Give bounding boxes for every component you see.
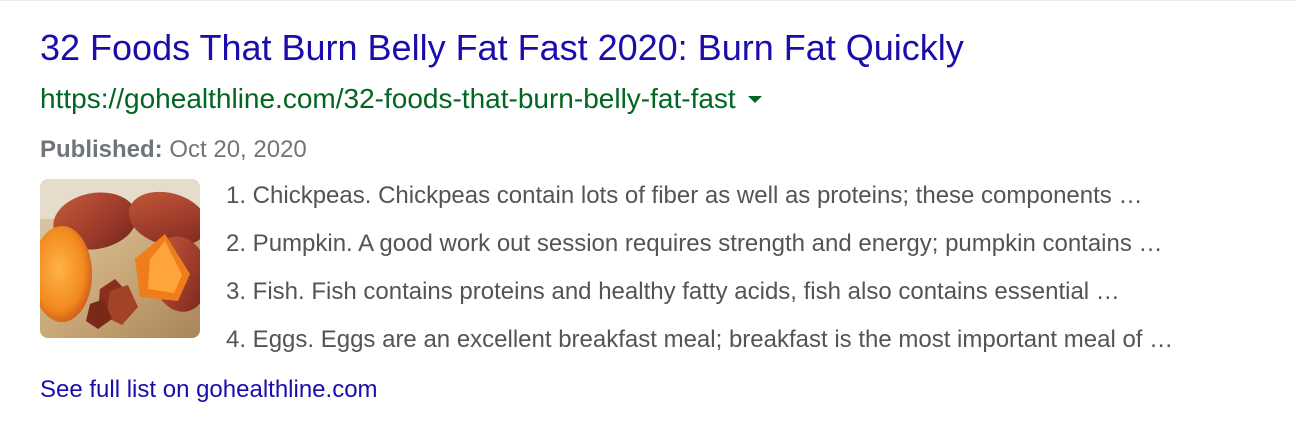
result-title-link[interactable]: 32 Foods That Burn Belly Fat Fast 2020: … <box>40 26 964 70</box>
published-date-line: Published: Oct 20, 2020 <box>40 134 307 166</box>
caret-down-icon[interactable] <box>747 95 762 103</box>
published-label: Published: <box>40 136 163 163</box>
divider <box>0 0 1296 1</box>
result-url-link[interactable]: https://gohealthline.com/32-foods-that-b… <box>40 80 736 118</box>
list-item: 4. Eggs. Eggs are an excellent breakfast… <box>226 326 1174 353</box>
see-full-list-link[interactable]: See full list on gohealthline.com <box>40 374 378 406</box>
sweet-potato-thumbnail[interactable] <box>40 179 200 338</box>
list-item: 3. Fish. Fish contains proteins and heal… <box>226 278 1120 305</box>
published-date: Oct 20, 2020 <box>169 136 307 163</box>
snippet-list: 1. Chickpeas. Chickpeas contain lots of … <box>226 180 1173 372</box>
result-url-row: https://gohealthline.com/32-foods-that-b… <box>40 80 762 118</box>
search-result-card: 32 Foods That Burn Belly Fat Fast 2020: … <box>0 0 1296 430</box>
list-item: 1. Chickpeas. Chickpeas contain lots of … <box>226 182 1143 209</box>
list-item: 2. Pumpkin. A good work out session requ… <box>226 230 1163 257</box>
